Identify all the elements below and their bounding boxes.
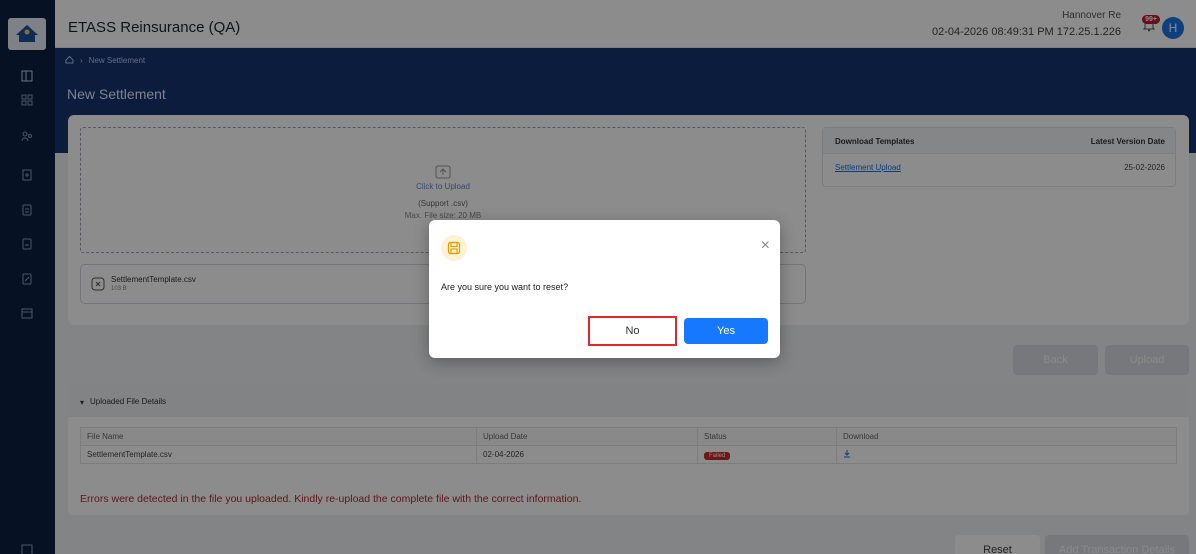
yes-button[interactable]: Yes <box>684 318 768 344</box>
close-icon[interactable]: × <box>761 238 770 254</box>
save-icon <box>441 235 467 261</box>
no-button[interactable]: No <box>588 316 677 346</box>
reset-confirm-message: Are you sure you want to reset? <box>441 282 569 292</box>
